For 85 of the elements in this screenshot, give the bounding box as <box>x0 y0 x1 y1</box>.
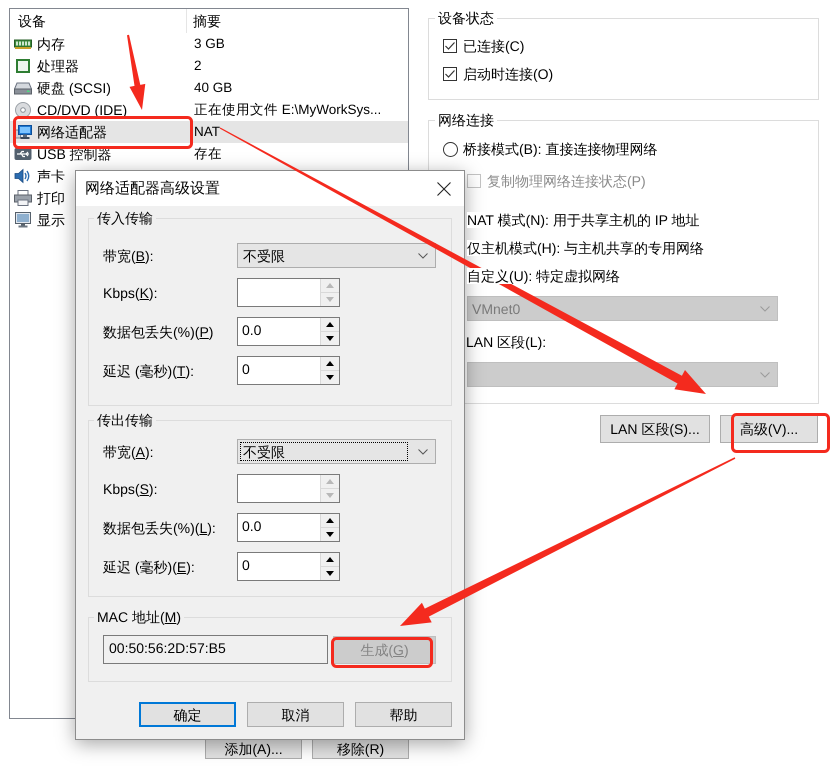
down-triangle-icon <box>326 532 334 537</box>
device-name: CD/DVD (IDE) <box>37 101 128 120</box>
radio-label[interactable]: 自定义(U): 特定虚拟网络 <box>467 268 620 284</box>
speaker-icon <box>14 168 32 184</box>
checkbox[interactable] <box>443 39 457 53</box>
usb-icon <box>14 146 32 162</box>
number-field[interactable]: 0.0 <box>237 317 340 346</box>
spin-down-button[interactable] <box>321 567 339 580</box>
checkbox-label[interactable]: 已连接(C) <box>463 36 524 56</box>
field-label: 带宽(A): <box>103 442 154 462</box>
number-field[interactable]: 0.0 <box>237 513 340 542</box>
device-summary: 2 <box>194 57 202 75</box>
down-triangle-icon <box>326 493 334 498</box>
device-summary: 存在 <box>194 145 222 163</box>
field-label: Kbps(S): <box>103 480 158 498</box>
device-name: 硬盘 (SCSI) <box>37 79 111 98</box>
device-summary: NAT <box>194 123 220 141</box>
device-name: 处理器 <box>37 57 79 76</box>
action-button[interactable]: LAN 区段(S)... <box>600 415 710 443</box>
spin-down-button[interactable] <box>321 332 339 345</box>
radio-label[interactable]: NAT 模式(N): 用于共享主机的 IP 地址 <box>467 212 700 228</box>
spin-up-button[interactable] <box>321 514 339 528</box>
group-title: 设备状态 <box>437 9 495 27</box>
up-triangle-icon <box>326 283 334 288</box>
group-title: 网络连接 <box>437 111 495 129</box>
spin-down-button[interactable] <box>321 528 339 541</box>
dropdown[interactable]: 不受限 <box>237 439 436 464</box>
close-icon[interactable] <box>437 182 451 196</box>
number-field[interactable]: 0 <box>237 356 340 385</box>
action-button[interactable]: 高级(V)... <box>720 415 818 443</box>
spin-up-button[interactable] <box>321 553 339 567</box>
device-name: 网络适配器 <box>37 123 107 142</box>
radio-label[interactable]: 仅主机模式(H): 与主机共享的专用网络 <box>467 240 704 256</box>
radio-label[interactable]: 桥接模式(B): 直接连接物理网络 <box>463 139 658 159</box>
dialog-button[interactable]: 帮助 <box>355 702 452 727</box>
up-triangle-icon <box>326 322 334 327</box>
printer-icon <box>14 190 32 206</box>
chip-icon <box>14 58 32 74</box>
device-summary: 40 GB <box>194 79 232 97</box>
device-row[interactable]: 网络适配器 NAT <box>10 121 408 143</box>
chevron-down-icon <box>418 448 428 454</box>
down-triangle-icon <box>326 336 334 341</box>
up-triangle-icon <box>326 361 334 366</box>
checkbox[interactable] <box>443 67 457 81</box>
hard-drive-icon <box>14 80 32 96</box>
down-triangle-icon <box>326 375 334 380</box>
chevron-down-icon <box>760 372 770 378</box>
radio-button[interactable] <box>443 142 458 156</box>
column-header[interactable]: 摘要 <box>187 9 408 33</box>
device-name: 内存 <box>37 35 65 54</box>
chevron-down-icon <box>418 252 428 258</box>
number-field[interactable]: 0 <box>237 552 340 581</box>
up-triangle-icon <box>326 518 334 523</box>
field-label: 数据包丢失(%)(P) <box>103 322 214 342</box>
group-title: 传出传输 <box>96 411 154 429</box>
device-summary: 正在使用文件 E:\MyWorkSys... <box>194 101 382 119</box>
down-triangle-icon <box>326 297 334 302</box>
device-name: 声卡 <box>37 167 65 186</box>
checkbox-label[interactable]: 启动时连接(O) <box>463 64 554 84</box>
spin-up-button[interactable] <box>321 318 339 332</box>
down-triangle-icon <box>326 571 334 576</box>
disc-icon <box>14 102 32 118</box>
group-title: 传入传输 <box>96 209 154 227</box>
field-label: 延迟 (毫秒)(E): <box>103 558 195 576</box>
field-label: LAN 区段(L): <box>466 333 548 352</box>
dialog-button[interactable]: 取消 <box>247 702 344 727</box>
spin-up-button[interactable] <box>321 357 339 371</box>
device-name: 显示 <box>37 211 65 230</box>
chevron-down-icon <box>760 306 770 312</box>
monitor-icon <box>14 212 32 228</box>
field-label: 延迟 (毫秒)(T): <box>103 362 194 380</box>
dropdown[interactable]: 不受限 <box>237 243 436 268</box>
network-monitor-icon <box>14 124 32 140</box>
up-triangle-icon <box>326 479 334 484</box>
dialog-title: 网络适配器高级设置 <box>85 178 220 198</box>
field-label: Kbps(K): <box>103 284 158 302</box>
mac-address-field[interactable]: 00:50:56:2D:57:B5 <box>103 635 328 664</box>
dialog-button[interactable]: 确定 <box>139 702 236 727</box>
spin-down-button[interactable] <box>321 371 339 384</box>
up-triangle-icon <box>326 557 334 562</box>
device-name: 打印 <box>37 189 65 208</box>
group-title: MAC 地址(M) <box>97 609 182 625</box>
field-label: 带宽(B): <box>103 246 154 266</box>
device-summary: 3 GB <box>194 35 225 53</box>
field-label: 数据包丢失(%)(L): <box>103 518 216 538</box>
